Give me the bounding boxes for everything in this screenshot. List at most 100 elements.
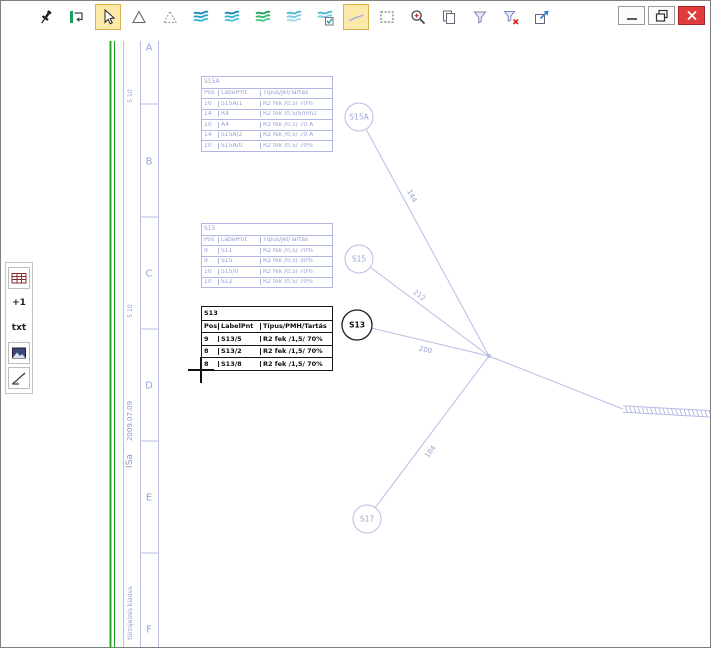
line-tool[interactable] <box>343 4 369 30</box>
table-cell: 10 <box>202 143 218 149</box>
table-row: 10S15/0R2 fek /0,5/ 70% <box>202 266 332 277</box>
zoom-window-tool[interactable] <box>374 4 400 30</box>
margin-text: törzsjelzés kiadva <box>127 586 134 640</box>
node-label-S15A: S15A <box>349 113 369 122</box>
cursor-icon <box>98 7 118 27</box>
table-cell: S15 <box>218 258 260 264</box>
margin-text: 2009.07.09 <box>126 401 134 441</box>
table-cell: LabelPnt <box>218 323 260 330</box>
filter-clear-tool[interactable] <box>498 4 524 30</box>
text-tool[interactable]: txt <box>8 317 30 339</box>
table-cell: 8 <box>202 361 218 368</box>
table-cell: 9 <box>202 258 218 264</box>
filter-x-icon <box>501 7 521 27</box>
table-title: S15 <box>202 224 332 235</box>
cable-edge-1[interactable] <box>370 267 489 356</box>
table-row: 9S11R2 fek /0,5/ 70% <box>202 245 332 256</box>
surfaces-tool-4[interactable] <box>281 4 307 30</box>
table-cell: R2 fek /1,5/ 70% <box>260 361 332 368</box>
pin-tool[interactable] <box>33 4 59 30</box>
zoom-in-tool[interactable] <box>405 4 431 30</box>
table-cell: Típus/Jel/Tartás <box>260 237 332 243</box>
edge-length-label: 212 <box>411 288 426 302</box>
mini-table-icon <box>9 268 29 288</box>
select-tool[interactable] <box>95 4 121 30</box>
export-icon <box>532 7 552 27</box>
zone-label: F <box>146 625 152 636</box>
duct-hatch-tick <box>688 409 690 416</box>
cable-edge-0[interactable] <box>366 129 489 356</box>
pin-icon <box>36 7 56 27</box>
zoom-icon <box>408 7 428 27</box>
image-tool[interactable] <box>8 342 30 364</box>
export-tool[interactable] <box>529 4 555 30</box>
table-cell: Pos <box>202 90 218 96</box>
node-label-S13: S13 <box>349 321 365 330</box>
cable-table-S15[interactable]: S15PosLabelPntTípus/Jel/Tartás9S11R2 fek… <box>201 223 333 288</box>
table-cell: 8 <box>202 348 218 355</box>
slope-tool[interactable] <box>8 367 30 389</box>
fit-view-tool[interactable] <box>64 4 90 30</box>
triangle-tool[interactable] <box>126 4 152 30</box>
image-icon <box>9 343 29 363</box>
table-tool[interactable] <box>8 267 30 289</box>
cable-edge-3[interactable] <box>375 356 489 508</box>
table-cell: S15/0 <box>218 269 260 275</box>
cable-table-S15A[interactable]: S15APosLabelPntTípus/Jel/Tartás10S15A/1R… <box>201 76 333 152</box>
table-cell: 10 <box>202 279 218 285</box>
table-cell: 10 <box>202 122 218 128</box>
duct-hatch-tick <box>705 410 707 417</box>
duct-hatch-tick <box>680 409 682 416</box>
close-button[interactable] <box>678 6 705 25</box>
plus-one-tool[interactable]: +1 <box>8 292 30 314</box>
triangle-icon <box>129 7 149 27</box>
tool-palette: +1 txt <box>5 262 33 394</box>
duct-hatch-tick <box>629 406 631 413</box>
junction-point[interactable] <box>487 354 491 358</box>
cable-table-S13[interactable]: S13PosLabelPntTípus/PMH/Tartás9S13/5R2 f… <box>201 306 333 371</box>
duct-hatch-tick <box>696 410 698 417</box>
table-row: 8S13/2R2 fek /1,5/ 70% <box>202 345 332 358</box>
layers-check-icon <box>315 7 335 27</box>
duct-hatch-tick <box>671 408 673 415</box>
win-close-icon <box>682 6 702 26</box>
copy-icon <box>439 7 459 27</box>
surfaces-visibility-tool[interactable] <box>312 4 338 30</box>
copy-tool[interactable] <box>436 4 462 30</box>
table-cell: R2 fek /1,5/ 70% <box>260 348 332 355</box>
slope-icon <box>9 368 29 388</box>
surfaces-tool-3[interactable] <box>250 4 276 30</box>
filter-tool[interactable] <box>467 4 493 30</box>
table-cell: Pos <box>202 323 218 330</box>
cable-edge-4[interactable] <box>489 356 623 409</box>
duct-hatch-tick <box>646 407 648 414</box>
table-title: S13 <box>202 307 332 320</box>
zone-label: B <box>146 157 153 168</box>
surfaces-tool-1[interactable] <box>188 4 214 30</box>
table-cell: 9 <box>202 248 218 254</box>
table-cell: S13/5 <box>218 336 260 343</box>
layers-c-icon <box>253 7 273 27</box>
line-icon <box>346 7 366 27</box>
table-cell: 9 <box>202 336 218 343</box>
crosshair-cursor-vertical <box>200 357 201 383</box>
table-row: 14R4R2 fek /0,5/5mm2 <box>202 109 332 120</box>
margin-text: ISa <box>125 454 135 468</box>
edge-length-label: 184 <box>423 444 438 460</box>
window-controls <box>618 6 705 25</box>
surfaces-tool-2[interactable] <box>219 4 245 30</box>
table-header-row: PosLabelPntTípus/Jel/Tartás <box>202 235 332 246</box>
table-cell: R4 <box>218 111 260 117</box>
triangle-outline-tool[interactable] <box>157 4 183 30</box>
drawing-canvas[interactable]: ABCDEF5 105 102009.07.09ISatörzsjelzés k… <box>1 1 710 647</box>
win-min-icon <box>622 6 642 26</box>
restore-button[interactable] <box>648 6 675 25</box>
table-cell: S11 <box>218 248 260 254</box>
minimize-button[interactable] <box>618 6 645 25</box>
layers-b-icon <box>222 7 242 27</box>
layers-a-icon <box>191 7 211 27</box>
duct-hatch-tick <box>655 408 657 415</box>
zone-label: E <box>146 493 152 504</box>
table-cell: 10 <box>202 101 218 107</box>
app-window: +1txt ABCDEF5 105 102009.07.09ISatörzsje… <box>0 0 711 648</box>
